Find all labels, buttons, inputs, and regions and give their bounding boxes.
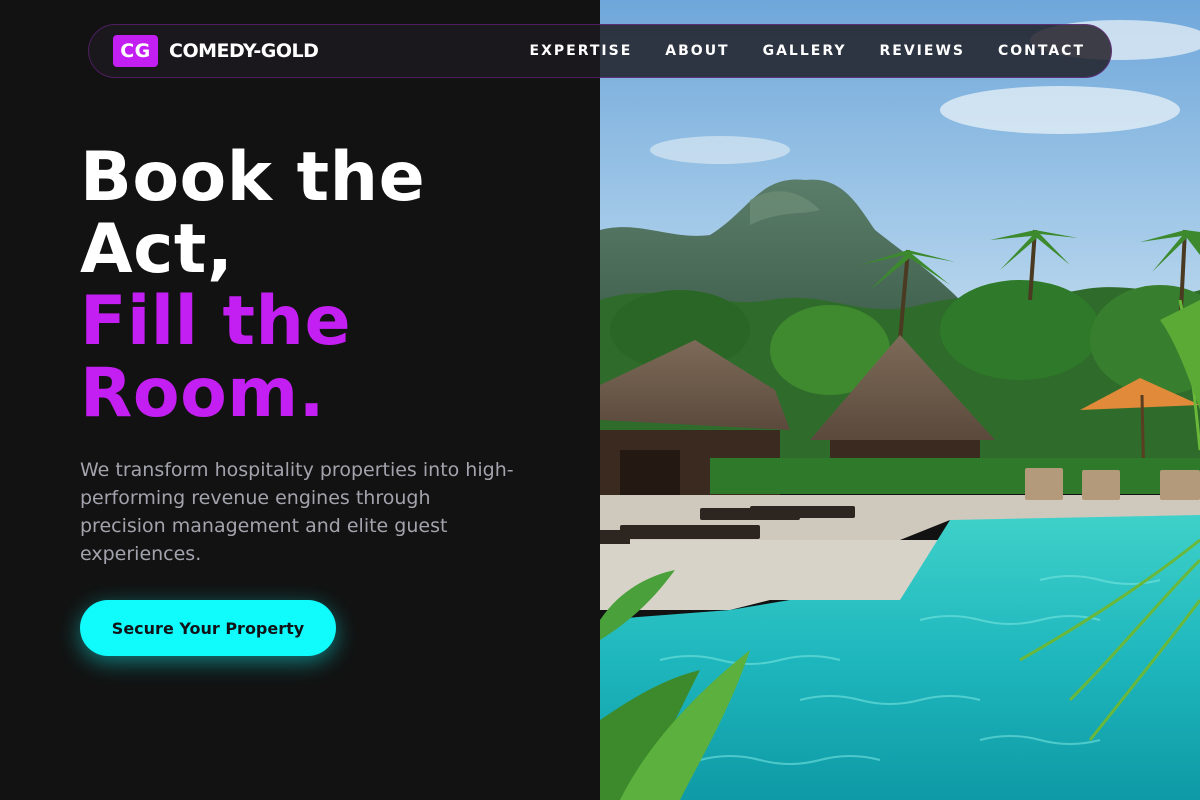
hero-title: Book the Act, Fill the Room. (80, 142, 425, 430)
resort-pool-image (600, 0, 1200, 800)
hero-highlight-line-2: Room. (80, 354, 325, 433)
nav-link-expertise[interactable]: EXPERTISE (530, 43, 633, 59)
brand-name: COMEDY-GOLD (169, 40, 319, 62)
nav-link-reviews[interactable]: REVIEWS (880, 43, 965, 59)
secure-property-button[interactable]: Secure Your Property (80, 600, 336, 656)
brand-badge-icon: CG (113, 35, 158, 67)
top-navbar: CG COMEDY-GOLD EXPERTISE ABOUT GALLERY R… (88, 24, 1112, 78)
hero-highlight-line-1: Fill the (80, 282, 352, 361)
nav-link-contact[interactable]: CONTACT (998, 43, 1085, 59)
nav-links: EXPERTISE ABOUT GALLERY REVIEWS CONTACT (530, 43, 1085, 59)
nav-link-about[interactable]: ABOUT (665, 43, 729, 59)
hero-description: We transform hospitality properties into… (80, 459, 514, 565)
nav-link-gallery[interactable]: GALLERY (763, 43, 847, 59)
brand-logo[interactable]: CG COMEDY-GOLD (113, 35, 319, 67)
hero-title-line-1: Book the (80, 138, 426, 217)
hero-title-line-2: Act, (80, 210, 234, 289)
